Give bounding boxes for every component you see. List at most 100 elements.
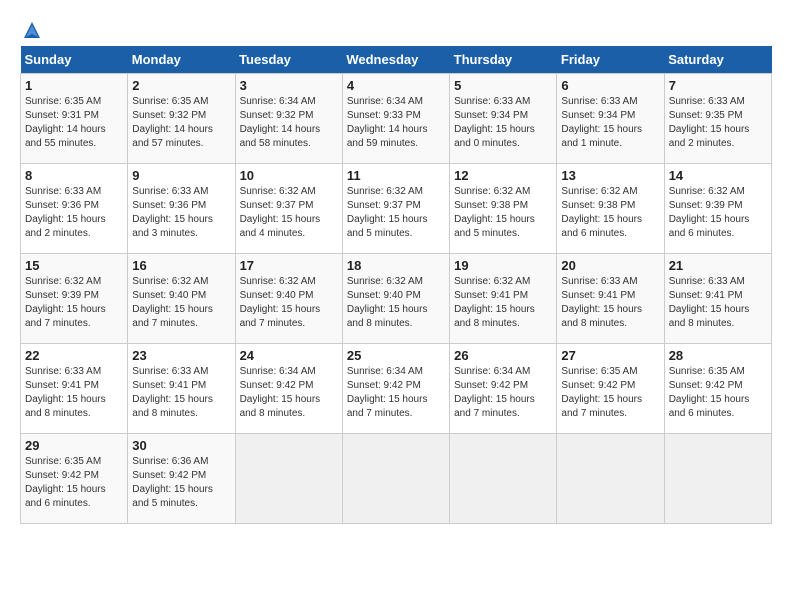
day-number: 16: [132, 258, 230, 273]
day-number: 7: [669, 78, 767, 93]
day-info: Sunrise: 6:35 AM Sunset: 9:42 PM Dayligh…: [25, 455, 123, 511]
day-number: 27: [561, 348, 659, 363]
table-row: 8 Sunrise: 6:33 AM Sunset: 9:36 PM Daylig…: [21, 164, 128, 254]
col-thursday: Thursday: [450, 46, 557, 74]
table-row: 12 Sunrise: 6:32 AM Sunset: 9:38 PM Dayli…: [450, 164, 557, 254]
day-number: 29: [25, 438, 123, 453]
day-info: Sunrise: 6:32 AM Sunset: 9:39 PM Dayligh…: [25, 275, 123, 331]
day-info: Sunrise: 6:32 AM Sunset: 9:37 PM Dayligh…: [240, 185, 338, 241]
day-number: 20: [561, 258, 659, 273]
day-info: Sunrise: 6:35 AM Sunset: 9:32 PM Dayligh…: [132, 95, 230, 151]
day-number: 28: [669, 348, 767, 363]
day-info: Sunrise: 6:33 AM Sunset: 9:36 PM Dayligh…: [132, 185, 230, 241]
table-row: 17 Sunrise: 6:32 AM Sunset: 9:40 PM Dayli…: [235, 254, 342, 344]
table-row: 22Sunrise: 6:33 AM Sunset: 9:41 PM Dayli…: [21, 344, 128, 434]
table-row: 21 Sunrise: 6:33 AM Sunset: 9:41 PM Dayli…: [664, 254, 771, 344]
header: [20, 20, 772, 36]
day-number: 6: [561, 78, 659, 93]
table-row: 7 Sunrise: 6:33 AM Sunset: 9:35 PM Daylig…: [664, 74, 771, 164]
calendar-week-4: 22Sunrise: 6:33 AM Sunset: 9:41 PM Dayli…: [21, 344, 772, 434]
table-row: [342, 434, 449, 524]
table-row: 10 Sunrise: 6:32 AM Sunset: 9:37 PM Dayli…: [235, 164, 342, 254]
day-number: 10: [240, 168, 338, 183]
day-number: 15: [25, 258, 123, 273]
col-sunday: Sunday: [21, 46, 128, 74]
day-number: 30: [132, 438, 230, 453]
day-info: Sunrise: 6:35 AM Sunset: 9:42 PM Dayligh…: [561, 365, 659, 421]
day-info: Sunrise: 6:36 AM Sunset: 9:42 PM Dayligh…: [132, 455, 230, 511]
col-saturday: Saturday: [664, 46, 771, 74]
day-info: Sunrise: 6:33 AM Sunset: 9:41 PM Dayligh…: [669, 275, 767, 331]
table-row: 6 Sunrise: 6:33 AM Sunset: 9:34 PM Daylig…: [557, 74, 664, 164]
logo-icon: [22, 20, 42, 40]
day-number: 2: [132, 78, 230, 93]
day-number: 19: [454, 258, 552, 273]
col-monday: Monday: [128, 46, 235, 74]
day-info: Sunrise: 6:32 AM Sunset: 9:41 PM Dayligh…: [454, 275, 552, 331]
day-number: 13: [561, 168, 659, 183]
day-info: Sunrise: 6:34 AM Sunset: 9:42 PM Dayligh…: [240, 365, 338, 421]
table-row: 19 Sunrise: 6:32 AM Sunset: 9:41 PM Dayli…: [450, 254, 557, 344]
day-info: Sunrise: 6:32 AM Sunset: 9:37 PM Dayligh…: [347, 185, 445, 241]
day-info: Sunrise: 6:32 AM Sunset: 9:40 PM Dayligh…: [132, 275, 230, 331]
table-row: 18 Sunrise: 6:32 AM Sunset: 9:40 PM Dayli…: [342, 254, 449, 344]
table-row: 30 Sunrise: 6:36 AM Sunset: 9:42 PM Dayli…: [128, 434, 235, 524]
day-info: Sunrise: 6:35 AM Sunset: 9:31 PM Dayligh…: [25, 95, 123, 151]
table-row: 2 Sunrise: 6:35 AM Sunset: 9:32 PM Daylig…: [128, 74, 235, 164]
day-info: Sunrise: 6:33 AM Sunset: 9:34 PM Dayligh…: [561, 95, 659, 151]
table-row: 26Sunrise: 6:34 AM Sunset: 9:42 PM Dayli…: [450, 344, 557, 434]
day-info: Sunrise: 6:33 AM Sunset: 9:36 PM Dayligh…: [25, 185, 123, 241]
day-info: Sunrise: 6:34 AM Sunset: 9:33 PM Dayligh…: [347, 95, 445, 151]
day-info: Sunrise: 6:34 AM Sunset: 9:32 PM Dayligh…: [240, 95, 338, 151]
table-row: 5 Sunrise: 6:33 AM Sunset: 9:34 PM Daylig…: [450, 74, 557, 164]
table-row: 3 Sunrise: 6:34 AM Sunset: 9:32 PM Daylig…: [235, 74, 342, 164]
day-info: Sunrise: 6:33 AM Sunset: 9:41 PM Dayligh…: [25, 365, 123, 421]
table-row: 28 Sunrise: 6:35 AM Sunset: 9:42 PM Dayli…: [664, 344, 771, 434]
calendar-table: Sunday Monday Tuesday Wednesday Thursday…: [20, 46, 772, 524]
table-row: 29 Sunrise: 6:35 AM Sunset: 9:42 PM Dayli…: [21, 434, 128, 524]
calendar-week-1: 1Sunrise: 6:35 AM Sunset: 9:31 PM Daylig…: [21, 74, 772, 164]
day-number: 9: [132, 168, 230, 183]
col-wednesday: Wednesday: [342, 46, 449, 74]
calendar-week-3: 15 Sunrise: 6:32 AM Sunset: 9:39 PM Dayli…: [21, 254, 772, 344]
table-row: 25 Sunrise: 6:34 AM Sunset: 9:42 PM Dayli…: [342, 344, 449, 434]
table-row: 23Sunrise: 6:33 AM Sunset: 9:41 PM Dayli…: [128, 344, 235, 434]
day-number: 12: [454, 168, 552, 183]
table-row: 27 Sunrise: 6:35 AM Sunset: 9:42 PM Dayli…: [557, 344, 664, 434]
table-row: 9 Sunrise: 6:33 AM Sunset: 9:36 PM Daylig…: [128, 164, 235, 254]
day-info: Sunrise: 6:32 AM Sunset: 9:40 PM Dayligh…: [240, 275, 338, 331]
logo: [20, 20, 42, 36]
table-row: [235, 434, 342, 524]
day-number: 18: [347, 258, 445, 273]
calendar-week-2: 8 Sunrise: 6:33 AM Sunset: 9:36 PM Daylig…: [21, 164, 772, 254]
day-info: Sunrise: 6:32 AM Sunset: 9:38 PM Dayligh…: [454, 185, 552, 241]
day-info: Sunrise: 6:35 AM Sunset: 9:42 PM Dayligh…: [669, 365, 767, 421]
day-info: Sunrise: 6:33 AM Sunset: 9:34 PM Dayligh…: [454, 95, 552, 151]
day-info: Sunrise: 6:32 AM Sunset: 9:38 PM Dayligh…: [561, 185, 659, 241]
day-number: 3: [240, 78, 338, 93]
day-number: 14: [669, 168, 767, 183]
day-number: 25: [347, 348, 445, 363]
day-number: 11: [347, 168, 445, 183]
day-number: 8: [25, 168, 123, 183]
header-row: Sunday Monday Tuesday Wednesday Thursday…: [21, 46, 772, 74]
table-row: 11 Sunrise: 6:32 AM Sunset: 9:37 PM Dayli…: [342, 164, 449, 254]
table-row: 16 Sunrise: 6:32 AM Sunset: 9:40 PM Dayli…: [128, 254, 235, 344]
table-row: [557, 434, 664, 524]
day-number: 17: [240, 258, 338, 273]
table-row: 14Sunrise: 6:32 AM Sunset: 9:39 PM Dayli…: [664, 164, 771, 254]
day-info: Sunrise: 6:33 AM Sunset: 9:35 PM Dayligh…: [669, 95, 767, 151]
table-row: [664, 434, 771, 524]
table-row: 24Sunrise: 6:34 AM Sunset: 9:42 PM Dayli…: [235, 344, 342, 434]
day-info: Sunrise: 6:33 AM Sunset: 9:41 PM Dayligh…: [561, 275, 659, 331]
table-row: 20 Sunrise: 6:33 AM Sunset: 9:41 PM Dayli…: [557, 254, 664, 344]
day-number: 21: [669, 258, 767, 273]
day-info: Sunrise: 6:32 AM Sunset: 9:40 PM Dayligh…: [347, 275, 445, 331]
table-row: 15 Sunrise: 6:32 AM Sunset: 9:39 PM Dayli…: [21, 254, 128, 344]
day-number: 5: [454, 78, 552, 93]
table-row: [450, 434, 557, 524]
day-info: Sunrise: 6:34 AM Sunset: 9:42 PM Dayligh…: [347, 365, 445, 421]
day-info: Sunrise: 6:34 AM Sunset: 9:42 PM Dayligh…: [454, 365, 552, 421]
col-friday: Friday: [557, 46, 664, 74]
day-info: Sunrise: 6:33 AM Sunset: 9:41 PM Dayligh…: [132, 365, 230, 421]
